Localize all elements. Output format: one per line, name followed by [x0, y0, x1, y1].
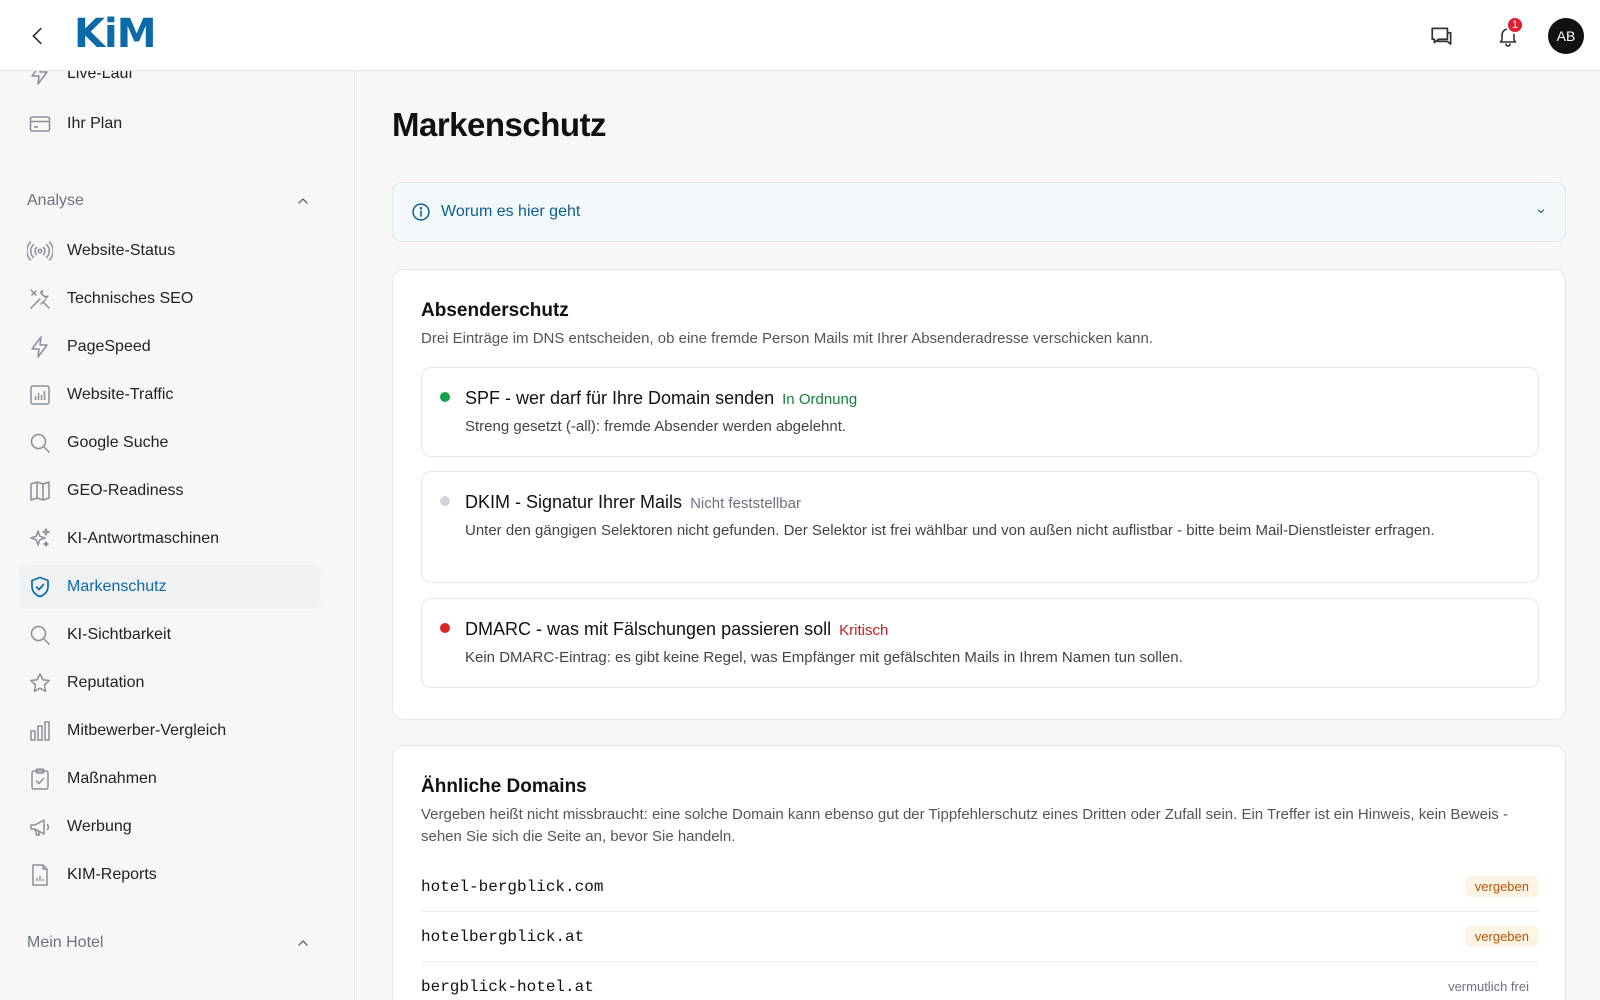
sidebar-item-kim-reports[interactable]: KIM-Reports [19, 853, 321, 897]
sidebar-item-website-traffic[interactable]: Website-Traffic [19, 373, 321, 417]
status-badge: vergeben [1464, 926, 1539, 947]
search-icon [27, 430, 53, 456]
kim-logo[interactable]: KiM [74, 10, 157, 57]
check-title: DMARC - was mit Fälschungen passieren so… [465, 619, 832, 639]
megaphone-icon [27, 814, 53, 840]
main-content: Markenschutz Worum es hier geht Absender… [356, 71, 1600, 1000]
similar-domains-card: Ähnliche Domains Vergeben heißt nicht mi… [392, 745, 1566, 1000]
card-subtitle: Drei Einträge im DNS entscheiden, ob ein… [421, 330, 1154, 347]
domain-row[interactable]: hotelbergblick.at vergeben [421, 912, 1539, 962]
sender-protection-card: Absenderschutz Drei Einträge im DNS ents… [392, 269, 1566, 720]
sidebar-item-ki-antwortmaschinen[interactable]: KI-Antwortmaschinen [19, 517, 321, 561]
star-icon [27, 670, 53, 696]
check-title: SPF - wer darf für Ihre Domain senden [465, 388, 775, 408]
domain-name: hotelbergblick.at [421, 927, 585, 946]
sidebar-item-ihr-plan[interactable]: Ihr Plan [19, 102, 321, 146]
status-badge: Nicht feststellbar [690, 495, 801, 512]
status-badge: vergeben [1464, 876, 1539, 897]
tools-icon [27, 286, 53, 312]
sidebar-item-website-status[interactable]: Website-Status [19, 229, 321, 273]
domain-name: bergblick-hotel.at [421, 977, 594, 996]
sidebar-item-massnahmen[interactable]: Maßnahmen [19, 757, 321, 801]
chevron-up-icon [298, 198, 308, 204]
map-icon [27, 478, 53, 504]
domain-row[interactable]: bergblick-hotel.at vermutlich frei [421, 962, 1539, 1000]
sidebar-item-mitbewerber-vergleich[interactable]: Mitbewerber-Vergleich [19, 709, 321, 753]
check-dkim: DKIM - Signatur Ihrer Mails Nicht festste… [421, 471, 1539, 583]
sidebar-item-geo-readiness[interactable]: GEO-Readiness [19, 469, 321, 513]
chat-icon [1431, 27, 1452, 45]
check-title: DKIM - Signatur Ihrer Mails [465, 492, 683, 512]
card-title: Absenderschutz [421, 300, 569, 321]
bolt-icon [27, 334, 53, 360]
status-badge: Kritisch [839, 622, 889, 639]
report-icon [27, 862, 53, 888]
user-avatar[interactable]: AB [1548, 18, 1584, 54]
sidebar-item-markenschutz[interactable]: Markenschutz [19, 565, 321, 609]
check-spf: SPF - wer darf für Ihre Domain senden In … [421, 367, 1539, 457]
check-description: Kein DMARC-Eintrag: es gibt keine Regel,… [465, 649, 1183, 666]
top-bar: KiM 1 AB [0, 0, 1600, 71]
sidebar-item-pagespeed[interactable]: PageSpeed [19, 325, 321, 369]
broadcast-icon [27, 238, 53, 264]
status-badge: vermutlich frei [1448, 979, 1529, 994]
card-title: Ähnliche Domains [421, 776, 587, 797]
credit-card-icon [27, 111, 53, 137]
logo-text: KiM [74, 11, 157, 57]
sidebar-item-technisches-seo[interactable]: Technisches SEO [19, 277, 321, 321]
status-dot [440, 496, 450, 506]
columns-chart-icon [27, 718, 53, 744]
check-dmarc: DMARC - was mit Fälschungen passieren so… [421, 598, 1539, 688]
section-toggle-analyse[interactable]: Analyse [27, 186, 311, 216]
bar-chart-icon [27, 382, 53, 408]
shield-check-icon [27, 574, 53, 600]
bolt-icon [27, 71, 53, 87]
sparkles-icon [27, 526, 53, 552]
info-accordion-label: Worum es hier geht [441, 203, 581, 220]
back-button[interactable] [24, 22, 52, 50]
info-accordion[interactable]: Worum es hier geht [392, 182, 1566, 242]
domain-row[interactable]: hotel-bergblick.com vergeben [421, 862, 1539, 912]
clipboard-check-icon [27, 766, 53, 792]
chevron-left-icon [32, 27, 42, 45]
domain-name: hotel-bergblick.com [421, 877, 604, 896]
card-subtitle: Vergeben heißt nicht missbraucht: eine s… [421, 806, 1508, 845]
chevron-up-icon [298, 940, 308, 946]
sidebar-item-google-suche[interactable]: Google Suche [19, 421, 321, 465]
status-dot [440, 623, 450, 633]
search-icon [27, 622, 53, 648]
sidebar-item-reputation[interactable]: Reputation [19, 661, 321, 705]
notification-badge: 1 [1506, 16, 1524, 34]
sidebar-item-live-lauf[interactable]: Live-Lauf [19, 71, 321, 96]
section-toggle-mein-hotel[interactable]: Mein Hotel [27, 928, 311, 958]
info-icon [412, 203, 430, 221]
page-title: Markenschutz [392, 106, 607, 143]
check-description: Streng gesetzt (-all): fremde Absender w… [465, 418, 847, 435]
sidebar: Live-Lauf Ihr Plan Analyse Website-Statu… [0, 71, 355, 1000]
chevron-down-icon [1537, 209, 1545, 214]
messages-button[interactable] [1422, 16, 1462, 56]
sidebar-item-werbung[interactable]: Werbung [19, 805, 321, 849]
sidebar-item-ki-sichtbarkeit[interactable]: KI-Sichtbarkeit [19, 613, 321, 657]
notifications-button[interactable]: 1 [1488, 16, 1528, 56]
status-badge: In Ordnung [782, 391, 858, 408]
top-actions: 1 AB [1422, 16, 1584, 56]
check-description: Unter den gängigen Selektoren nicht gefu… [465, 522, 1435, 539]
status-dot [440, 392, 450, 402]
